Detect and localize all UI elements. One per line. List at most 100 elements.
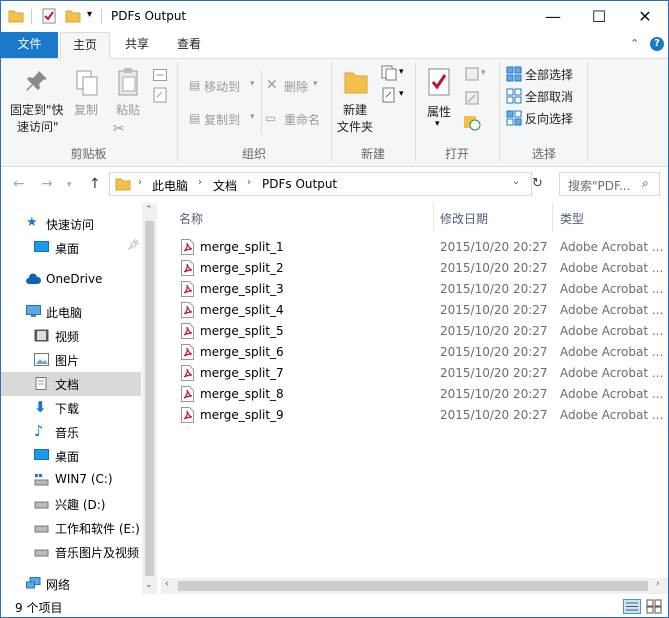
address-dropdown-icon[interactable]: ⌄ bbox=[512, 176, 520, 187]
tab-view[interactable]: 查看 bbox=[166, 32, 212, 58]
paste-shortcut-icon[interactable] bbox=[153, 87, 167, 103]
chevron-right-icon: › bbox=[247, 177, 251, 188]
desktop-icon bbox=[34, 241, 49, 252]
file-row[interactable]: merge_split_6 2015/10/20 20:27 Adobe Acrob… bbox=[161, 342, 668, 363]
breadcrumb-this-pc[interactable]: 此电脑 bbox=[152, 177, 188, 194]
star-icon: ★ bbox=[26, 215, 38, 230]
pin-icon[interactable]: 📌︎ bbox=[127, 240, 140, 251]
history-icon[interactable] bbox=[463, 113, 481, 131]
copy-icon bbox=[76, 70, 98, 96]
pdf-file-icon bbox=[181, 260, 194, 276]
file-row[interactable]: merge_split_2 2015/10/20 20:27 Adobe Acrob… bbox=[161, 258, 668, 279]
collapse-ribbon-icon[interactable]: ⌃ bbox=[630, 37, 639, 50]
network-icon bbox=[26, 577, 41, 589]
ribbon: 固定到"快 速访问" 复制 粘贴 ✂ 剪贴板 ▤ 移动到 ▾ ▤ 复制到 ▾ ✕… bbox=[1, 59, 668, 167]
select-all-icon bbox=[506, 66, 522, 82]
tab-share[interactable]: 共享 bbox=[114, 32, 160, 58]
details-view-icon[interactable] bbox=[623, 599, 641, 614]
new-item-icon[interactable] bbox=[381, 65, 397, 81]
easy-access-icon[interactable] bbox=[381, 87, 397, 103]
nav-drive-d[interactable]: 兴趣 (D:) bbox=[1, 492, 141, 516]
group-open: 属性 ▾ ▾ 打开 bbox=[417, 59, 497, 166]
file-row[interactable]: merge_split_9 2015/10/20 20:27 Adobe Acrob… bbox=[161, 405, 668, 426]
nav-network[interactable]: 网络 bbox=[1, 572, 141, 596]
group-label-organize: 组织 bbox=[241, 147, 266, 161]
up-arrow-icon[interactable]: ↑ bbox=[89, 176, 101, 192]
breadcrumb-pdfs-output[interactable]: PDFs Output bbox=[262, 177, 337, 191]
select-none-icon bbox=[506, 88, 522, 104]
nav-pictures[interactable]: 图片 bbox=[1, 348, 141, 372]
picture-icon bbox=[34, 353, 49, 366]
pdf-file-icon bbox=[181, 281, 194, 297]
forward-arrow-icon[interactable]: → bbox=[41, 176, 53, 192]
refresh-icon[interactable]: ↻ bbox=[532, 176, 543, 191]
help-icon[interactable]: ? bbox=[650, 37, 664, 51]
file-row[interactable]: merge_split_5 2015/10/20 20:27 Adobe Acrob… bbox=[161, 321, 668, 342]
nav-quick-access[interactable]: ★ 快速访问 bbox=[1, 212, 141, 236]
large-icons-view-icon[interactable] bbox=[646, 599, 662, 614]
nav-vertical-scrollbar[interactable]: ⌃ ⌄ bbox=[142, 203, 157, 594]
pin-icon bbox=[26, 71, 47, 91]
column-header-date[interactable]: 修改日期 bbox=[434, 203, 552, 231]
file-row[interactable]: merge_split_1 2015/10/20 20:27 Adobe Acrob… bbox=[161, 237, 668, 258]
scroll-up-icon[interactable]: ⌃ bbox=[145, 205, 153, 215]
group-label-new: 新建 bbox=[360, 147, 385, 161]
nav-drive-e[interactable]: 工作和软件 (E:) bbox=[1, 516, 141, 540]
file-list-horizontal-scrollbar[interactable]: ‹ › bbox=[161, 578, 668, 594]
nav-drive-c[interactable]: WIN7 (C:) bbox=[1, 468, 141, 492]
pdf-file-icon bbox=[181, 344, 194, 360]
edit-icon[interactable] bbox=[465, 91, 479, 105]
cut-icon[interactable]: ✂ bbox=[113, 121, 125, 137]
properties-quick-icon[interactable] bbox=[41, 8, 57, 26]
pdf-file-icon bbox=[181, 386, 194, 402]
copy-path-icon[interactable] bbox=[153, 69, 167, 81]
address-bar[interactable]: › 此电脑 › 文档 › PDFs Output ⌄ bbox=[109, 172, 532, 196]
file-row[interactable]: merge_split_4 2015/10/20 20:27 Adobe Acrob… bbox=[161, 300, 668, 321]
group-clipboard: 固定到"快 速访问" 复制 粘贴 ✂ 剪贴板 bbox=[1, 59, 176, 166]
horizontal-scroll-thumb[interactable] bbox=[178, 581, 648, 591]
nav-videos[interactable]: 视频 bbox=[1, 324, 141, 348]
pdf-file-icon bbox=[181, 323, 194, 339]
nav-scroll-thumb[interactable] bbox=[145, 221, 154, 576]
file-list: ⌃ 名称 修改日期 类型 merge_split_1 2015/10/20 20:… bbox=[161, 203, 668, 596]
nav-documents[interactable]: 文档 bbox=[1, 372, 141, 396]
nav-music[interactable]: ♪ 音乐 bbox=[1, 420, 141, 444]
group-organize: ▤ 移动到 ▾ ▤ 复制到 ▾ ✕ 删除 ▾ ▭ 重命名 组织 bbox=[179, 59, 329, 166]
recent-locations-icon[interactable]: ▾ bbox=[67, 180, 72, 190]
nav-desktop[interactable]: 桌面 bbox=[1, 444, 141, 468]
scroll-right-icon[interactable]: › bbox=[656, 579, 660, 589]
open-icon[interactable] bbox=[465, 67, 479, 81]
explorer-window: ▾ PDFs Output — ☐ ✕ 文件 主页 共享 查看 ⌃ ? 固定到"… bbox=[0, 0, 669, 618]
move-to-icon: ▤ bbox=[189, 78, 201, 92]
search-input[interactable]: 搜索"PDF... ⌕ bbox=[559, 172, 660, 196]
maximize-button[interactable]: ☐ bbox=[576, 1, 622, 32]
breadcrumb-documents[interactable]: 文档 bbox=[213, 177, 237, 194]
nav-downloads[interactable]: ⬇ 下载 bbox=[1, 396, 141, 420]
tab-file[interactable]: 文件 bbox=[1, 32, 58, 58]
column-header-name[interactable]: 名称 bbox=[161, 203, 433, 231]
file-row[interactable]: merge_split_7 2015/10/20 20:27 Adobe Acrob… bbox=[161, 363, 668, 384]
group-new: 新建 文件夹 ▾ ▾ 新建 bbox=[333, 59, 413, 166]
folder-icon bbox=[115, 178, 131, 191]
invert-selection-icon bbox=[506, 110, 522, 126]
close-button[interactable]: ✕ bbox=[622, 1, 668, 32]
minimize-button[interactable]: — bbox=[530, 1, 576, 32]
nav-drive-f[interactable]: 音乐图片及视频 bbox=[1, 540, 141, 564]
navigation-pane: ★ 快速访问 桌面 📌︎ OneDrive 此电脑 视频 图片 文档 ⬇ 下载 … bbox=[1, 203, 157, 596]
drive-icon bbox=[34, 525, 49, 533]
pdf-file-icon bbox=[181, 407, 194, 423]
back-arrow-icon[interactable]: ← bbox=[13, 176, 25, 192]
file-row[interactable]: merge_split_3 2015/10/20 20:27 Adobe Acrob… bbox=[161, 279, 668, 300]
column-header-type[interactable]: 类型 bbox=[553, 203, 668, 231]
nav-onedrive[interactable]: OneDrive bbox=[1, 268, 141, 292]
new-folder-quick-icon[interactable] bbox=[65, 8, 81, 26]
file-row[interactable]: merge_split_8 2015/10/20 20:27 Adobe Acrob… bbox=[161, 384, 668, 405]
quick-access-dropdown-icon[interactable]: ▾ bbox=[87, 9, 92, 20]
new-folder-icon bbox=[344, 72, 368, 94]
nav-desktop-pinned[interactable]: 桌面 📌︎ bbox=[1, 236, 141, 260]
scroll-down-icon[interactable]: ⌄ bbox=[145, 580, 153, 590]
nav-this-pc[interactable]: 此电脑 bbox=[1, 300, 141, 324]
pdf-file-icon bbox=[181, 365, 194, 381]
tab-home[interactable]: 主页 bbox=[60, 32, 110, 60]
scroll-left-icon[interactable]: ‹ bbox=[165, 579, 169, 589]
